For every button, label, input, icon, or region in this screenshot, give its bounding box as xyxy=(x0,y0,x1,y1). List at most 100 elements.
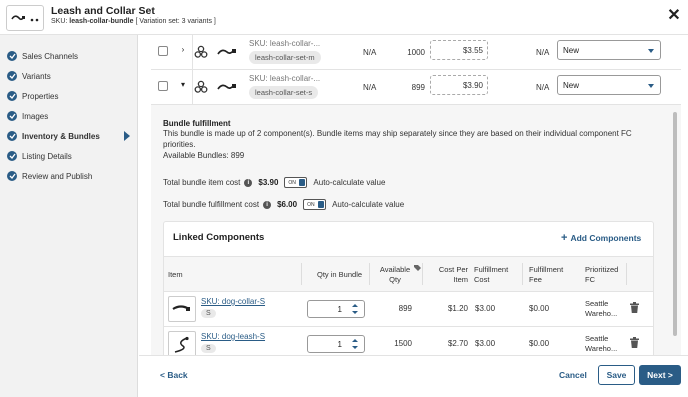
sidebar-item-label: Images xyxy=(22,111,49,121)
sidebar-item-review-publish[interactable]: Review and Publish xyxy=(7,168,133,184)
active-indicator-icon xyxy=(124,131,130,141)
sidebar-item-listing-details[interactable]: Listing Details xyxy=(7,148,133,164)
fulfillment-fee: $0.00 xyxy=(529,339,550,348)
size-pill: S xyxy=(201,309,216,318)
check-circle-icon xyxy=(7,171,17,181)
component-thumbnail xyxy=(168,296,196,322)
condition-select[interactable]: New xyxy=(557,75,661,95)
bundle-description: This bundle is made up of 2 component(s)… xyxy=(163,129,632,149)
sidebar: Sales Channels Variants Properties Image… xyxy=(0,35,138,397)
close-icon[interactable]: ✕ xyxy=(666,8,682,24)
back-button[interactable]: < Back xyxy=(160,370,188,380)
add-components-button[interactable]: + Add Components xyxy=(561,232,641,244)
item-cost-value: $3.90 xyxy=(258,178,279,187)
add-components-label: Add Components xyxy=(570,233,642,243)
sku-label: SKU: xyxy=(51,18,68,25)
column-header-fulfillment-fee: Fulfillment Fee xyxy=(529,265,564,284)
variant-sku-pill: leash-collar-set-m xyxy=(249,51,321,64)
scrollbar-thumb[interactable] xyxy=(673,112,677,336)
trash-icon[interactable] xyxy=(630,302,639,313)
auto-calc-toggle[interactable]: ON xyxy=(284,177,308,188)
divider xyxy=(192,70,193,105)
trash-icon[interactable] xyxy=(630,337,639,348)
info-icon[interactable]: i xyxy=(263,200,272,209)
item-cost-line: Total bundle item cost i $3.90 ON Auto-c… xyxy=(163,177,385,188)
check-circle-icon xyxy=(7,131,17,141)
sidebar-item-images[interactable]: Images xyxy=(7,108,133,124)
expand-chevron-icon[interactable]: ▾ xyxy=(178,80,188,92)
quantity-stepper[interactable]: 1 xyxy=(307,335,365,353)
component-thumbnail xyxy=(168,331,196,355)
sidebar-item-inventory-bundles[interactable]: Inventory & Bundles xyxy=(7,128,133,144)
auto-calc-label: Auto-calculate value xyxy=(332,200,405,209)
product-thumbnail xyxy=(6,5,44,31)
variant-col-a: N/A xyxy=(363,83,377,92)
toggle-label: ON xyxy=(288,180,296,186)
toggle-label: ON xyxy=(307,202,315,208)
variant-qty: 899 xyxy=(411,83,425,92)
component-sku-link[interactable]: SKU: dog-leash-S xyxy=(201,332,265,341)
bundle-icon xyxy=(194,45,208,58)
fulfillment-cost: $3.00 xyxy=(475,304,496,313)
fc-line-2: Wareho... xyxy=(585,344,618,353)
row-checkbox[interactable] xyxy=(158,46,168,56)
table-header: Item Qty in Bundle Available Qty Cost Pe… xyxy=(164,256,653,292)
variant-col-a: N/A xyxy=(363,48,377,57)
variant-col-b: N/A xyxy=(536,83,550,92)
next-button[interactable]: Next > xyxy=(639,365,681,385)
column-header-available-label: Available Qty xyxy=(379,265,411,284)
table-row: SKU: dog-leash-S S 1 1500 $2.70 $3.00 $0… xyxy=(164,327,653,355)
condition-value: New xyxy=(563,46,580,55)
fulfillment-cost-line: Total bundle fulfillment cost i $6.00 ON… xyxy=(163,199,404,210)
cost-per-item: $2.70 xyxy=(447,339,468,348)
info-icon[interactable]: i xyxy=(244,178,253,187)
stepper-arrows-icon[interactable] xyxy=(349,337,361,351)
linked-components-title: Linked Components xyxy=(173,232,265,243)
fulfillment-fee: $0.00 xyxy=(529,304,550,313)
sidebar-item-label: Review and Publish xyxy=(22,171,93,181)
row-checkbox[interactable] xyxy=(158,81,168,91)
check-circle-icon xyxy=(7,91,17,101)
stepper-arrows-icon[interactable] xyxy=(349,302,361,316)
footer-bar: < Back Cancel Save Next > xyxy=(139,355,688,397)
fulfillment-cost-label: Total bundle fulfillment cost xyxy=(163,200,260,209)
divider xyxy=(626,263,627,285)
quantity-value: 1 xyxy=(337,305,342,314)
variant-col-b: N/A xyxy=(536,48,550,57)
sidebar-item-sales-channels[interactable]: Sales Channels xyxy=(7,48,133,64)
variant-cost-input[interactable]: $3.55 xyxy=(430,40,488,60)
component-sku-link[interactable]: SKU: dog-collar-S xyxy=(201,297,265,306)
expand-chevron-icon[interactable]: › xyxy=(178,45,188,57)
variant-sku-pill: leash-collar-set-s xyxy=(249,86,319,99)
fulfillment-cost-value: $6.00 xyxy=(277,200,298,209)
condition-select[interactable]: New xyxy=(557,40,661,60)
column-header-available: Available Qty xyxy=(377,265,421,285)
sidebar-item-properties[interactable]: Properties xyxy=(7,88,133,104)
linked-components-card: Linked Components + Add Components Item Q… xyxy=(163,221,654,355)
auto-calc-toggle[interactable]: ON xyxy=(303,199,327,210)
variant-cost-input[interactable]: $3.90 xyxy=(430,75,488,95)
check-circle-icon xyxy=(7,111,17,121)
page-title: Leash and Collar Set xyxy=(51,5,155,17)
sidebar-item-label: Properties xyxy=(22,91,59,101)
toggle-knob xyxy=(299,179,306,186)
column-header-qty: Qty in Bundle xyxy=(317,270,363,279)
fc-line-2: Wareho... xyxy=(585,309,618,318)
plus-icon: + xyxy=(561,232,568,244)
auto-calc-label: Auto-calculate value xyxy=(313,178,386,187)
variant-qty: 1000 xyxy=(407,48,425,57)
sidebar-item-variants[interactable]: Variants xyxy=(7,68,133,84)
sidebar-item-label: Inventory & Bundles xyxy=(22,131,100,141)
chevron-down-icon xyxy=(648,84,654,88)
product-image-icon xyxy=(217,49,236,55)
column-header-fulfillment-cost: Fulfillment Cost xyxy=(474,265,509,284)
quantity-stepper[interactable]: 1 xyxy=(307,300,365,318)
check-circle-icon xyxy=(7,151,17,161)
product-sku-line: SKU: leash-collar-bundle [ Variation set… xyxy=(51,18,216,25)
cost-per-item: $1.20 xyxy=(447,304,468,313)
sidebar-item-label: Sales Channels xyxy=(22,51,79,61)
size-pill: S xyxy=(201,344,216,353)
check-circle-icon xyxy=(7,71,17,81)
save-button[interactable]: Save xyxy=(598,365,635,385)
cancel-button[interactable]: Cancel xyxy=(559,370,587,380)
